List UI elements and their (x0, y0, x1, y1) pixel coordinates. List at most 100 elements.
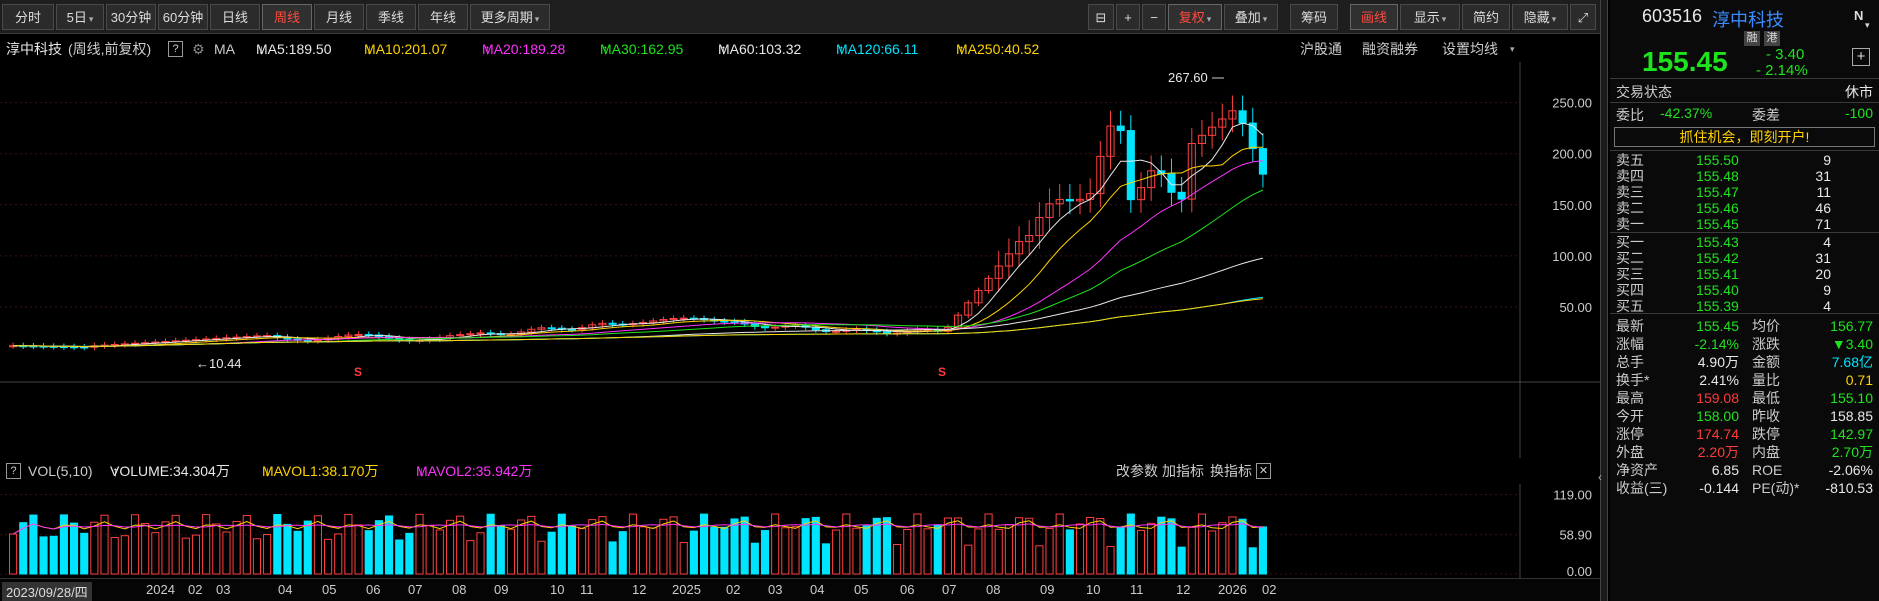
period-tab-3[interactable]: 60分钟 (158, 4, 208, 30)
ma-link-0[interactable]: 沪股通 (1300, 36, 1342, 62)
orderbook-row[interactable]: 买二 155.42 31 (1610, 250, 1879, 266)
period-tab-0[interactable]: 分时 (2, 4, 54, 30)
time-label: 11 (1130, 582, 1144, 597)
zoom-in-icon[interactable]: + (1116, 4, 1140, 30)
adjust-button[interactable]: 复权 ▾ (1168, 4, 1222, 30)
candle-body (547, 327, 556, 330)
chips-button[interactable]: 筹码 (1290, 4, 1338, 30)
signal-marker-icon[interactable]: S (354, 365, 362, 379)
candle-body (354, 334, 363, 337)
orderbook-volume: 11 (1816, 184, 1831, 200)
stat-value: 155.45 (1696, 318, 1739, 334)
volume-bar (445, 519, 455, 575)
volume-header: ? VOL(5,10) VOLUME:34.304万 ↑ MAVOL1:38.170万 ↓… (0, 458, 1600, 484)
orderbook-row[interactable]: 买一 155.43 4 (1610, 234, 1879, 250)
volume-chart[interactable]: 119.00 58.90 0.00 (0, 484, 1600, 578)
volume-bar (760, 530, 770, 575)
stat-row: 今开 158.00 昨收 158.85 (1610, 407, 1879, 425)
fullscreen-icon[interactable]: ⤢ (1570, 4, 1596, 30)
open-account-banner[interactable]: 抓住机会，即刻开户! (1614, 127, 1875, 147)
volume-bar (486, 513, 495, 575)
caret-down-icon: ▾ (1551, 14, 1557, 24)
help-icon[interactable]: ? (168, 41, 183, 57)
orderbook-row[interactable]: 买四 155.40 9 (1610, 282, 1879, 298)
time-label: 10 (550, 582, 565, 597)
volume-bar (232, 520, 241, 575)
orderbook-row[interactable]: 卖一 155.45 71 (1610, 216, 1879, 232)
ma-indicator-bar: 淳中科技 (周线,前复权)? ⚙ MA MA5:189.50 ↓ MA10:201.07 ↓ M… (0, 36, 1600, 62)
kline-chart[interactable]: 250.00 200.00 150.00 100.00 50.00 267.60 ←10.4… (0, 62, 1600, 458)
vol-link-2[interactable]: 换指标 (1210, 458, 1252, 484)
orderbook-row[interactable]: 卖二 155.46 46 (1610, 200, 1879, 216)
notes-icon[interactable]: N (1854, 8, 1863, 23)
collapse-arrow-icon[interactable]: ‹ (1598, 470, 1602, 484)
orderbook-row[interactable]: 买五 155.39 4 (1610, 298, 1879, 314)
period-tab-4[interactable]: 日线 (210, 4, 260, 30)
volume-bar (1136, 529, 1146, 575)
period-tab-1[interactable]: 5日 ▾ (56, 4, 104, 30)
volume-bar (1218, 522, 1227, 575)
candle-body (303, 339, 312, 342)
orderbook-price: 155.50 (1696, 152, 1739, 168)
time-label: 12 (632, 582, 647, 597)
ma-line-20 (13, 160, 1263, 348)
orderbook-label: 买五 (1616, 298, 1644, 314)
orderbook-row[interactable]: 卖五 155.50 9 (1610, 152, 1879, 168)
stat-value: 158.85 (1830, 408, 1873, 424)
close-icon[interactable]: ✕ (1256, 463, 1271, 479)
volume-bar (100, 514, 109, 575)
ma-value-text: MA60:103.32 (718, 41, 802, 57)
volume-bar (557, 513, 566, 575)
orderbook-label: 卖一 (1616, 216, 1644, 232)
time-label: 2023/09/28/四 (2, 582, 92, 601)
orderbook-volume: 71 (1815, 216, 1831, 232)
period-tab-8[interactable]: 年线 (418, 4, 468, 30)
simple-button[interactable]: 简约 (1462, 4, 1510, 30)
volume-bar (141, 523, 150, 575)
display-button[interactable]: 显示 ▾ (1400, 4, 1460, 30)
caret-down-icon: ▾ (1441, 14, 1447, 24)
stat-label: ROE (1752, 462, 1783, 478)
ma-value-text: MA120:66.11 (836, 41, 919, 57)
orderbook-row[interactable]: 卖四 155.48 31 (1610, 168, 1879, 184)
lock-icon[interactable]: ⊟ (1088, 4, 1114, 30)
hide-button[interactable]: 隐藏 ▾ (1512, 4, 1568, 30)
draw-button[interactable]: 画线 (1350, 4, 1398, 30)
period-tab-2[interactable]: 30分钟 (106, 4, 156, 30)
volume-bar (517, 519, 526, 575)
period-tab-9[interactable]: 更多周期 ▾ (470, 4, 550, 30)
dropdown-icon[interactable]: ▾ (1865, 20, 1870, 31)
panel-divider[interactable] (1600, 0, 1608, 601)
vol-link-0[interactable]: 改参数 (1116, 458, 1158, 484)
ma-link-1[interactable]: 融资融券 (1362, 36, 1418, 62)
candle-body (466, 333, 475, 336)
period-tab-label: 5日 (66, 10, 87, 25)
vol-link-1[interactable]: 加指标 (1162, 458, 1204, 484)
orderbook-row[interactable]: 买三 155.41 20 (1610, 266, 1879, 282)
orderbook-volume: 4 (1823, 234, 1831, 250)
period-tab-5[interactable]: 周线 (262, 4, 312, 30)
vol-tick-label: 119.00 (1553, 488, 1592, 503)
display-button-label: 显示 (1413, 10, 1440, 25)
high-annotation: 267.60 (1168, 70, 1208, 85)
ma-link-2[interactable]: 设置均线 (1442, 36, 1498, 62)
time-axis: 2023/09/28/四 2024 02 03 04 05 06 07 08 09 10 11 12 20… (0, 578, 1600, 601)
vol-value-text: MAVOL2:35.942万 (416, 463, 533, 479)
period-tab-7[interactable]: 季线 (366, 4, 416, 30)
volume-bar (1106, 545, 1115, 575)
volume-bar (344, 513, 353, 575)
time-label: 12 (1176, 582, 1191, 597)
settings-gear-icon[interactable]: ⚙ (192, 36, 205, 62)
stat-row: 最高 159.08 最低 155.10 (1610, 389, 1879, 407)
signal-marker-icon[interactable]: S (938, 365, 946, 379)
period-tab-6[interactable]: 月线 (314, 4, 364, 30)
orderbook-row[interactable]: 卖三 155.47 11 (1610, 184, 1879, 200)
arrow-up-icon: ↑ (484, 41, 491, 57)
volume-bar (496, 525, 505, 575)
overlay-button[interactable]: 叠加 ▾ (1224, 4, 1278, 30)
add-watchlist-icon[interactable]: + (1852, 48, 1870, 66)
period-tab-label: 年线 (429, 10, 456, 25)
zoom-out-icon[interactable]: − (1142, 4, 1166, 30)
vol-help-icon[interactable]: ? (6, 463, 21, 479)
stat-value: ▼3.40 (1831, 336, 1873, 352)
